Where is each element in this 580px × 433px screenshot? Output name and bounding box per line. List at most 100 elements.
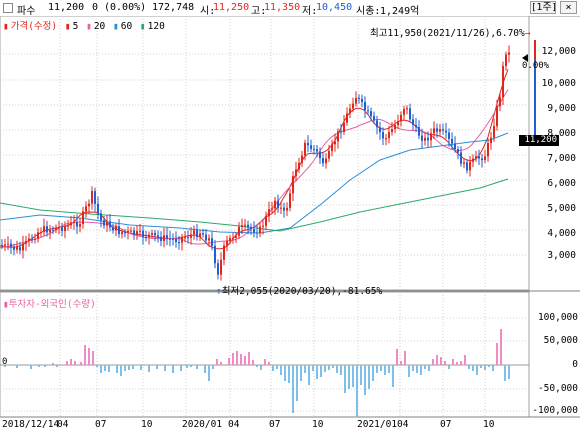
x-axis-label: 2021/01 — [357, 419, 398, 430]
investor-bar — [460, 361, 462, 365]
candle-body — [496, 106, 498, 127]
investor-bar — [84, 345, 86, 365]
investor-bar — [100, 365, 102, 373]
candle-body — [151, 232, 153, 235]
investor-bar — [240, 354, 242, 365]
legend-ma20-icon: ▮ — [86, 21, 92, 32]
candle-body — [250, 227, 252, 230]
candle-body — [238, 226, 240, 236]
candle-body — [190, 234, 192, 238]
investor-bar — [308, 365, 310, 385]
investor-bar — [376, 365, 378, 373]
stock-menu-icon[interactable] — [3, 3, 13, 13]
investor-zero-left: 0 — [2, 357, 8, 367]
x-axis-label: 07 — [95, 419, 107, 430]
candle-body — [475, 156, 477, 159]
investor-bar — [148, 365, 150, 372]
candle-body — [364, 101, 366, 111]
investor-bar — [316, 365, 318, 379]
investor-axis-label: 0 — [572, 359, 578, 370]
investor-bar — [132, 365, 134, 369]
candle-body — [385, 138, 387, 140]
candle-body — [247, 224, 249, 228]
close-button[interactable]: × — [560, 1, 577, 14]
candle-body — [331, 144, 333, 152]
investor-bar — [190, 365, 192, 367]
candle-body — [421, 135, 423, 141]
market-cap-label: 시총: — [356, 6, 381, 17]
stock-name[interactable]: 파수 — [17, 2, 35, 17]
investor-bar — [364, 365, 366, 395]
investor-bar — [292, 365, 294, 413]
investor-axis-label: -100,000 — [532, 405, 578, 416]
investor-bar — [228, 358, 230, 365]
investor-bar — [468, 365, 470, 369]
candle-body — [73, 221, 75, 223]
investor-bar — [400, 361, 402, 365]
period-button[interactable]: [1주] — [530, 1, 557, 14]
candle-body — [184, 237, 186, 239]
candle-body — [253, 229, 255, 233]
investor-bar — [332, 365, 334, 368]
candle-body — [343, 122, 345, 132]
price-legend: ▮ 가격(수정) ▮ 5 ▮ 20 ▮ 60 ▮ 120 — [3, 18, 167, 32]
candle-body — [10, 243, 12, 248]
candle-body — [259, 226, 261, 234]
candle-body — [454, 143, 456, 150]
investor-bar — [360, 365, 362, 385]
investor-bar — [304, 365, 306, 373]
stock-chart[interactable] — [0, 16, 580, 433]
investor-bar — [484, 365, 486, 370]
investor-bar — [52, 363, 54, 365]
investor-bar — [372, 365, 374, 381]
investor-bar — [428, 365, 430, 371]
x-axis-label: 2020/01 — [182, 419, 223, 430]
candle-body — [337, 131, 339, 142]
candle-body — [469, 161, 471, 171]
price-axis-label: 6,000 — [547, 178, 576, 189]
candle-body — [94, 191, 96, 204]
candle-body — [1, 245, 3, 246]
candle-body — [415, 124, 417, 128]
investor-bar — [248, 352, 250, 365]
candle-body — [85, 206, 87, 212]
x-axis-label: 10 — [483, 419, 495, 430]
candle-body — [76, 221, 78, 227]
investor-bar — [328, 365, 330, 370]
investor-bar — [66, 361, 68, 365]
candle-body — [472, 158, 474, 162]
investor-bar — [424, 365, 426, 369]
low-label: 저: — [302, 6, 318, 17]
candle-body — [379, 127, 381, 133]
candle-body — [202, 233, 204, 235]
investor-bar — [352, 365, 354, 387]
investor-bar — [284, 365, 286, 381]
candle-body — [493, 126, 495, 138]
investor-bar — [416, 365, 418, 373]
investor-bar — [440, 357, 442, 365]
investor-bar — [356, 365, 358, 417]
candle-body — [82, 211, 84, 224]
candle-body — [436, 128, 438, 132]
investor-bar — [124, 365, 126, 371]
investor-bar — [392, 365, 394, 387]
candle-body — [67, 225, 69, 227]
investor-bar — [30, 365, 32, 369]
investor-bar — [508, 365, 510, 379]
candle-body — [127, 230, 129, 233]
investor-bar — [456, 362, 458, 365]
investor-bar — [476, 365, 478, 375]
investor-bar — [16, 365, 18, 368]
candle-body — [325, 158, 327, 164]
legend-ma60: 60 — [120, 21, 133, 32]
candle-body — [214, 245, 216, 264]
candle-body — [211, 238, 213, 246]
candle-body — [322, 158, 324, 164]
candle-body — [265, 216, 267, 226]
investor-bar — [220, 362, 222, 365]
investor-bar — [396, 349, 398, 365]
investor-bar — [444, 361, 446, 365]
x-axis-label: 04 — [57, 419, 69, 430]
candle-body — [142, 230, 144, 237]
candle-body — [349, 108, 351, 114]
